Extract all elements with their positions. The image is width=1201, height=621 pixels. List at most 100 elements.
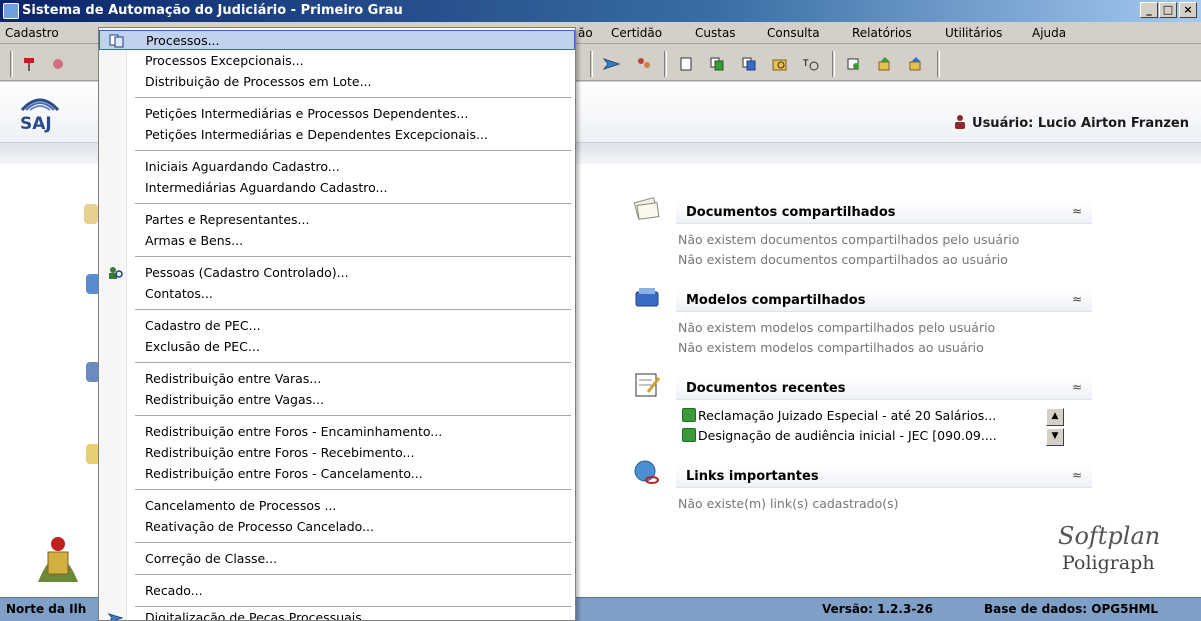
document-icon xyxy=(682,408,696,422)
panel-header[interactable]: Modelos compartilhados ≈ xyxy=(676,290,1092,312)
panel-header[interactable]: Documentos recentes ≈ xyxy=(676,378,1092,400)
app-icon xyxy=(3,3,19,19)
menu-cadastro[interactable]: Cadastro xyxy=(5,26,59,40)
menu-item-digitalizacao[interactable]: Digitalização de Peças Processuais... xyxy=(99,608,575,620)
menu-item-processos[interactable]: Processos... xyxy=(99,30,575,50)
menu-item-peticoes-excepcionais[interactable]: Petições Intermediárias e Dependentes Ex… xyxy=(99,125,575,145)
collapse-icon[interactable]: ≈ xyxy=(1072,468,1082,482)
pin-icon[interactable] xyxy=(20,55,38,73)
status-database: Base de dados: OPG5HML xyxy=(984,602,1159,616)
menu-utilitarios[interactable]: Utilitários xyxy=(945,26,1002,40)
panel-title: Links importantes xyxy=(686,469,819,484)
menu-item-redistribuicao-foros-cancelamento[interactable]: Redistribuição entre Foros - Cancelament… xyxy=(99,464,575,484)
copy-icon[interactable] xyxy=(708,55,726,73)
menu-separator xyxy=(135,150,571,151)
toolbar-separator xyxy=(10,51,13,77)
menu-item-cancelamento-processos[interactable]: Cancelamento de Processos ... xyxy=(99,496,575,516)
menu-separator xyxy=(135,606,571,607)
menu-separator xyxy=(135,203,571,204)
panel-shared-models: Modelos compartilhados ≈ Não existem mod… xyxy=(632,282,1092,362)
menu-item-iniciais-aguardando[interactable]: Iniciais Aguardando Cadastro... xyxy=(99,157,575,177)
menu-item-pessoas[interactable]: Pessoas (Cadastro Controlado)... xyxy=(99,263,575,283)
title-bar: Sistema de Automação do Judiciário - Pri… xyxy=(0,0,1201,22)
window-title: Sistema de Automação do Judiciário - Pri… xyxy=(22,3,403,18)
panel-title: Documentos compartilhados xyxy=(686,205,896,220)
menu-custas[interactable]: Custas xyxy=(695,26,736,40)
menu-separator xyxy=(135,309,571,310)
menu-separator xyxy=(135,542,571,543)
menu-consulta[interactable]: Consulta xyxy=(767,26,820,40)
menu-item-contatos[interactable]: Contatos... xyxy=(99,284,575,304)
menu-item-processos-excepcionais[interactable]: Processos Excepcionais... xyxy=(99,51,575,71)
panel-text: Não existem documentos compartilhados pe… xyxy=(678,232,1020,247)
menu-item-distribuicao-lote[interactable]: Distribuição de Processos em Lote... xyxy=(99,72,575,92)
arrow-export-icon[interactable] xyxy=(907,55,925,73)
close-button[interactable]: × xyxy=(1179,2,1197,18)
menu-separator xyxy=(135,362,571,363)
maximize-button[interactable]: □ xyxy=(1159,2,1177,18)
minimize-button[interactable]: _ xyxy=(1140,2,1158,18)
recent-document-link[interactable]: Designação de audiência inicial - JEC [0… xyxy=(682,428,997,443)
panel-header[interactable]: Links importantes ≈ xyxy=(676,466,1092,488)
toolbar-separator xyxy=(832,51,835,77)
menu-item-exclusao-pec[interactable]: Exclusão de PEC... xyxy=(99,337,575,357)
collapse-icon[interactable]: ≈ xyxy=(1072,204,1082,218)
panel-text: Não existe(m) link(s) cadastrado(s) xyxy=(678,496,899,511)
search-folder-icon[interactable] xyxy=(771,55,789,73)
menu-item-redistribuicao-vagas[interactable]: Redistribuição entre Vagas... xyxy=(99,390,575,410)
text-cursor-icon[interactable]: T xyxy=(802,55,820,73)
softplan-logo: Softplan xyxy=(1058,522,1161,550)
svg-text:T: T xyxy=(802,59,809,69)
menu-separator xyxy=(135,574,571,575)
menu-item-recado[interactable]: Recado... xyxy=(99,581,575,601)
document-icon xyxy=(682,428,696,442)
toolbar-separator xyxy=(664,51,667,77)
menu-item-peticoes-intermediarias[interactable]: Petições Intermediárias e Processos Depe… xyxy=(99,104,575,124)
menu-ajuda[interactable]: Ajuda xyxy=(1032,26,1066,40)
panel-text: Não existem modelos compartilhados ao us… xyxy=(678,340,984,355)
menu-item-redistribuicao-foros-recebimento[interactable]: Redistribuição entre Foros - Recebimento… xyxy=(99,443,575,463)
panel-shared-documents: Documentos compartilhados ≈ Não existem … xyxy=(632,194,1092,274)
menu-item-redistribuicao-varas[interactable]: Redistribuição entre Varas... xyxy=(99,369,575,389)
menu-partial[interactable]: ão xyxy=(578,26,593,40)
user-icon xyxy=(955,115,966,129)
menu-separator xyxy=(135,415,571,416)
document-icon[interactable] xyxy=(677,55,695,73)
menu-item-reativacao-processo[interactable]: Reativação de Processo Cancelado... xyxy=(99,517,575,537)
window-controls: _ □ × xyxy=(1140,2,1197,18)
scroll-up-button[interactable]: ▲ xyxy=(1046,408,1064,426)
menu-separator xyxy=(135,256,571,257)
tool-icon[interactable] xyxy=(50,55,68,73)
menu-item-correcao-classe[interactable]: Correção de Classe... xyxy=(99,549,575,569)
globe-link-icon xyxy=(634,460,659,484)
scan-icon xyxy=(107,610,125,620)
menu-separator xyxy=(135,489,571,490)
send-icon[interactable] xyxy=(603,55,621,73)
menu-certidao[interactable]: Certidão xyxy=(611,26,662,40)
collapse-icon[interactable]: ≈ xyxy=(1072,292,1082,306)
poligraph-logo: Poligraph xyxy=(1062,552,1155,574)
panel-header[interactable]: Documentos compartilhados ≈ xyxy=(676,202,1092,224)
status-location: Norte da Ilh xyxy=(6,602,87,616)
arrow-up-icon[interactable] xyxy=(876,55,894,73)
user-label: Usuário: Lucio Airton Franzen xyxy=(954,115,1189,131)
menu-item-partes-representantes[interactable]: Partes e Representantes... xyxy=(99,210,575,230)
models-icon xyxy=(635,288,659,307)
people-search-icon xyxy=(107,265,125,281)
collapse-icon[interactable]: ≈ xyxy=(1072,380,1082,394)
zoom-icon[interactable] xyxy=(845,55,863,73)
panel-title: Documentos recentes xyxy=(686,381,846,396)
saj-logo-text: SAJ xyxy=(20,114,52,134)
users-icon[interactable] xyxy=(635,55,653,73)
scroll-down-button[interactable]: ▼ xyxy=(1046,428,1064,446)
menu-relatorios[interactable]: Relatórios xyxy=(852,26,912,40)
menu-item-cadastro-pec[interactable]: Cadastro de PEC... xyxy=(99,316,575,336)
menu-separator xyxy=(135,97,571,98)
paste-icon[interactable] xyxy=(740,55,758,73)
menu-item-intermediarias-aguardando[interactable]: Intermediárias Aguardando Cadastro... xyxy=(99,178,575,198)
recent-document-link[interactable]: Reclamação Juizado Especial - até 20 Sal… xyxy=(682,408,996,423)
menu-item-redistribuicao-foros-encaminhamento[interactable]: Redistribuição entre Foros - Encaminhame… xyxy=(99,422,575,442)
toolbar-separator xyxy=(937,51,940,77)
menu-item-armas-bens[interactable]: Armas e Bens... xyxy=(99,231,575,251)
coat-of-arms-icon xyxy=(38,537,78,582)
